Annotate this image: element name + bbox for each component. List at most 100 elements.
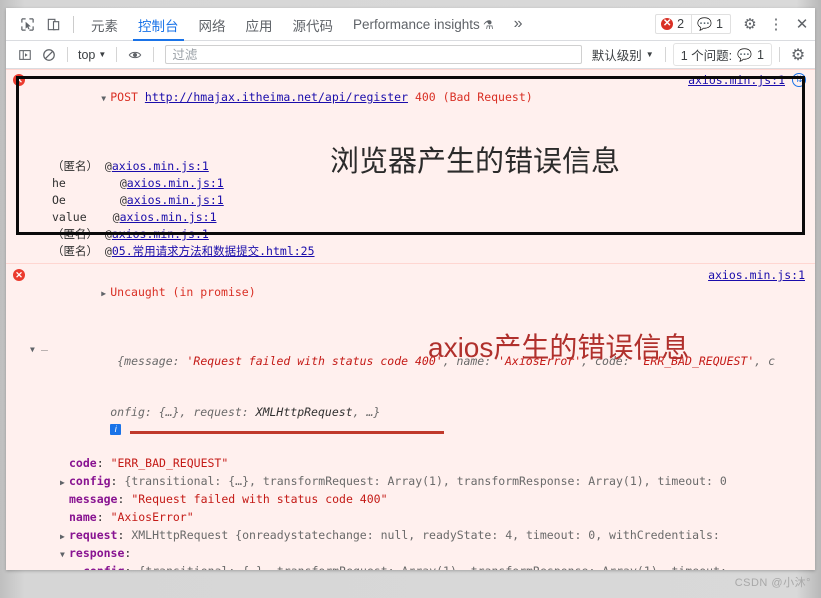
property-key: config [83,564,125,570]
stack-link-1[interactable]: axios.min.js:1 [127,176,224,190]
message-count-badge[interactable]: 💬 1 [691,15,730,33]
log-level-value: 默认级别 [591,49,642,63]
tab-elements[interactable]: 元素 [82,9,127,40]
expand-triangle-icon-2[interactable] [101,285,110,302]
info-icon[interactable]: i [110,424,122,435]
preview-b: 'Request failed with status code 400' [186,354,443,368]
error-count-badge[interactable]: ✕ 2 [656,15,691,33]
property-key: name [69,510,97,524]
issue-badges: ✕ 2 💬 1 [655,14,731,34]
stack-fn-4: （匿名） [52,227,98,241]
property-row: message: "Request failed with status cod… [6,491,815,509]
property-key: request [69,528,118,542]
inspect-element-icon[interactable] [14,11,40,37]
message-icon: 💬 [697,17,713,31]
status-code: 400 [414,90,436,104]
issues-button[interactable]: 1 个问题: 💬 1 [672,43,772,66]
execution-context-select[interactable]: top ▼ [75,47,109,63]
error-property-rows: code: "ERR_BAD_REQUEST"config: {transiti… [6,455,815,570]
error-object-preview-line1: _{message: 'Request failed with status c… [6,336,815,387]
devtools-window: 元素 控制台 网络 应用 源代码 Performance insights ⚗ »… [6,8,815,570]
filter-input[interactable] [165,45,582,64]
property-row: name: "AxiosError" [6,509,815,527]
stack-link-4[interactable]: axios.min.js:1 [112,227,209,241]
stack-frame: Oe @axios.min.js:1 [52,193,224,207]
close-icon[interactable]: ✕ [789,11,815,37]
stack-fn-3: value [52,210,87,224]
property-row[interactable]: config: {transitional: {…}, transformReq… [6,563,815,570]
scroll-into-view-icon[interactable]: ⇅ [792,73,806,87]
expand-triangle-icon[interactable] [74,564,83,570]
preview2-b: XMLHttpRequest [255,405,353,419]
property-colon: : [96,456,104,470]
toolbar-divider [73,15,74,33]
chevron-down-icon-2: ▼ [645,50,654,59]
settings-gear-icon[interactable]: ⚙ [737,11,763,37]
annotation-browser-error: 浏览器产生的错误信息 [330,146,621,178]
page-background: 元素 控制台 网络 应用 源代码 Performance insights ⚗ »… [0,0,821,598]
request-url[interactable]: http://hmajax.itheima.net/api/register [145,90,408,104]
status-text: (Bad Request) [442,90,533,104]
execution-context-value: top [78,47,96,62]
tab-console-label: 控制台 [138,18,179,34]
expand-triangle-icon[interactable] [60,546,69,563]
flask-icon: ⚗ [482,18,494,32]
expand-triangle-icon[interactable] [60,474,69,491]
message-count: 1 [716,17,723,31]
stack-link-5[interactable]: 05.常用请求方法和数据提交.html:25 [112,244,315,258]
chevron-down-icon: ▼ [98,50,107,59]
property-value: {transitional: {…}, transformRequest: Ar… [117,474,727,488]
error-icon: ✕ [13,74,25,86]
expand-triangle-icon[interactable] [60,528,69,545]
source-location-1[interactable]: axios.min.js:1 [688,72,785,89]
object-expand-icon[interactable] [30,341,39,358]
property-value: "ERR_BAD_REQUEST" [103,456,229,470]
tab-sources-label: 源代码 [292,18,334,34]
device-toolbar-icon[interactable] [40,11,66,37]
more-tabs-icon[interactable]: » [504,13,533,35]
tab-performance-insights-label: Performance insights [353,17,480,32]
property-colon: : [96,510,104,524]
property-row[interactable]: config: {transitional: {…}, transformReq… [6,473,815,491]
property-value: "Request failed with status code 400" [124,492,388,506]
log-level-select[interactable]: 默认级别 ▼ [588,44,658,65]
http-method: POST [110,90,138,104]
tab-application[interactable]: 应用 [237,9,282,40]
stack-link-2[interactable]: axios.min.js:1 [127,193,224,207]
uncaught-error-header[interactable]: ✕ Uncaught (in promise) axios.min.js:1 [6,267,815,336]
stack-frame: （匿名） @05.常用请求方法和数据提交.html:25 [52,244,315,258]
tab-console[interactable]: 控制台 [129,9,188,41]
stack-link-0[interactable]: axios.min.js:1 [112,159,209,173]
console-settings-gear-icon[interactable]: ⚙ [787,44,809,66]
issues-count: 1 [757,47,764,62]
preview-a: {message: [117,354,187,368]
source-location-2[interactable]: axios.min.js:1 [708,267,805,284]
clear-console-icon[interactable] [38,44,60,66]
row-spacer [60,456,69,473]
annotation-axios-error: axios产生的错误信息 [428,332,690,363]
console-entry-uncaught-error[interactable]: ✕ Uncaught (in promise) axios.min.js:1 _{… [6,264,815,570]
uncaught-title: Uncaught (in promise) [110,285,256,299]
filterbar-divider-2 [116,47,118,62]
property-row: response: [6,545,815,563]
error-count: 2 [677,17,685,31]
devtools-tabstrip: 元素 控制台 网络 应用 源代码 Performance insights ⚗ »… [6,8,815,41]
console-sidebar-toggle-icon[interactable] [14,44,36,66]
tab-sources[interactable]: 源代码 [284,9,343,40]
tab-performance-insights[interactable]: Performance insights ⚗ [344,11,503,37]
error-object-preview-line2: onfig: {…}, request: XMLHttpRequest, …} … [6,387,815,455]
row-spacer [60,492,69,509]
expand-triangle-icon[interactable] [101,90,110,107]
filterbar-divider-4 [664,47,666,62]
property-row[interactable]: request: XMLHttpRequest {onreadystatecha… [6,527,815,545]
issues-message-icon: 💬 [737,47,753,62]
preview2-c: , …} [352,405,381,419]
more-options-icon[interactable]: ⋮ [763,11,789,37]
stack-frame: （匿名） @axios.min.js:1 [52,227,209,241]
property-row: code: "ERR_BAD_REQUEST" [6,455,815,473]
live-expression-eye-icon[interactable] [124,44,146,66]
stack-link-3[interactable]: axios.min.js:1 [120,210,217,224]
tab-network-label: 网络 [198,18,226,34]
tab-network[interactable]: 网络 [190,9,235,40]
issues-label: 1 个问题: [680,49,733,63]
